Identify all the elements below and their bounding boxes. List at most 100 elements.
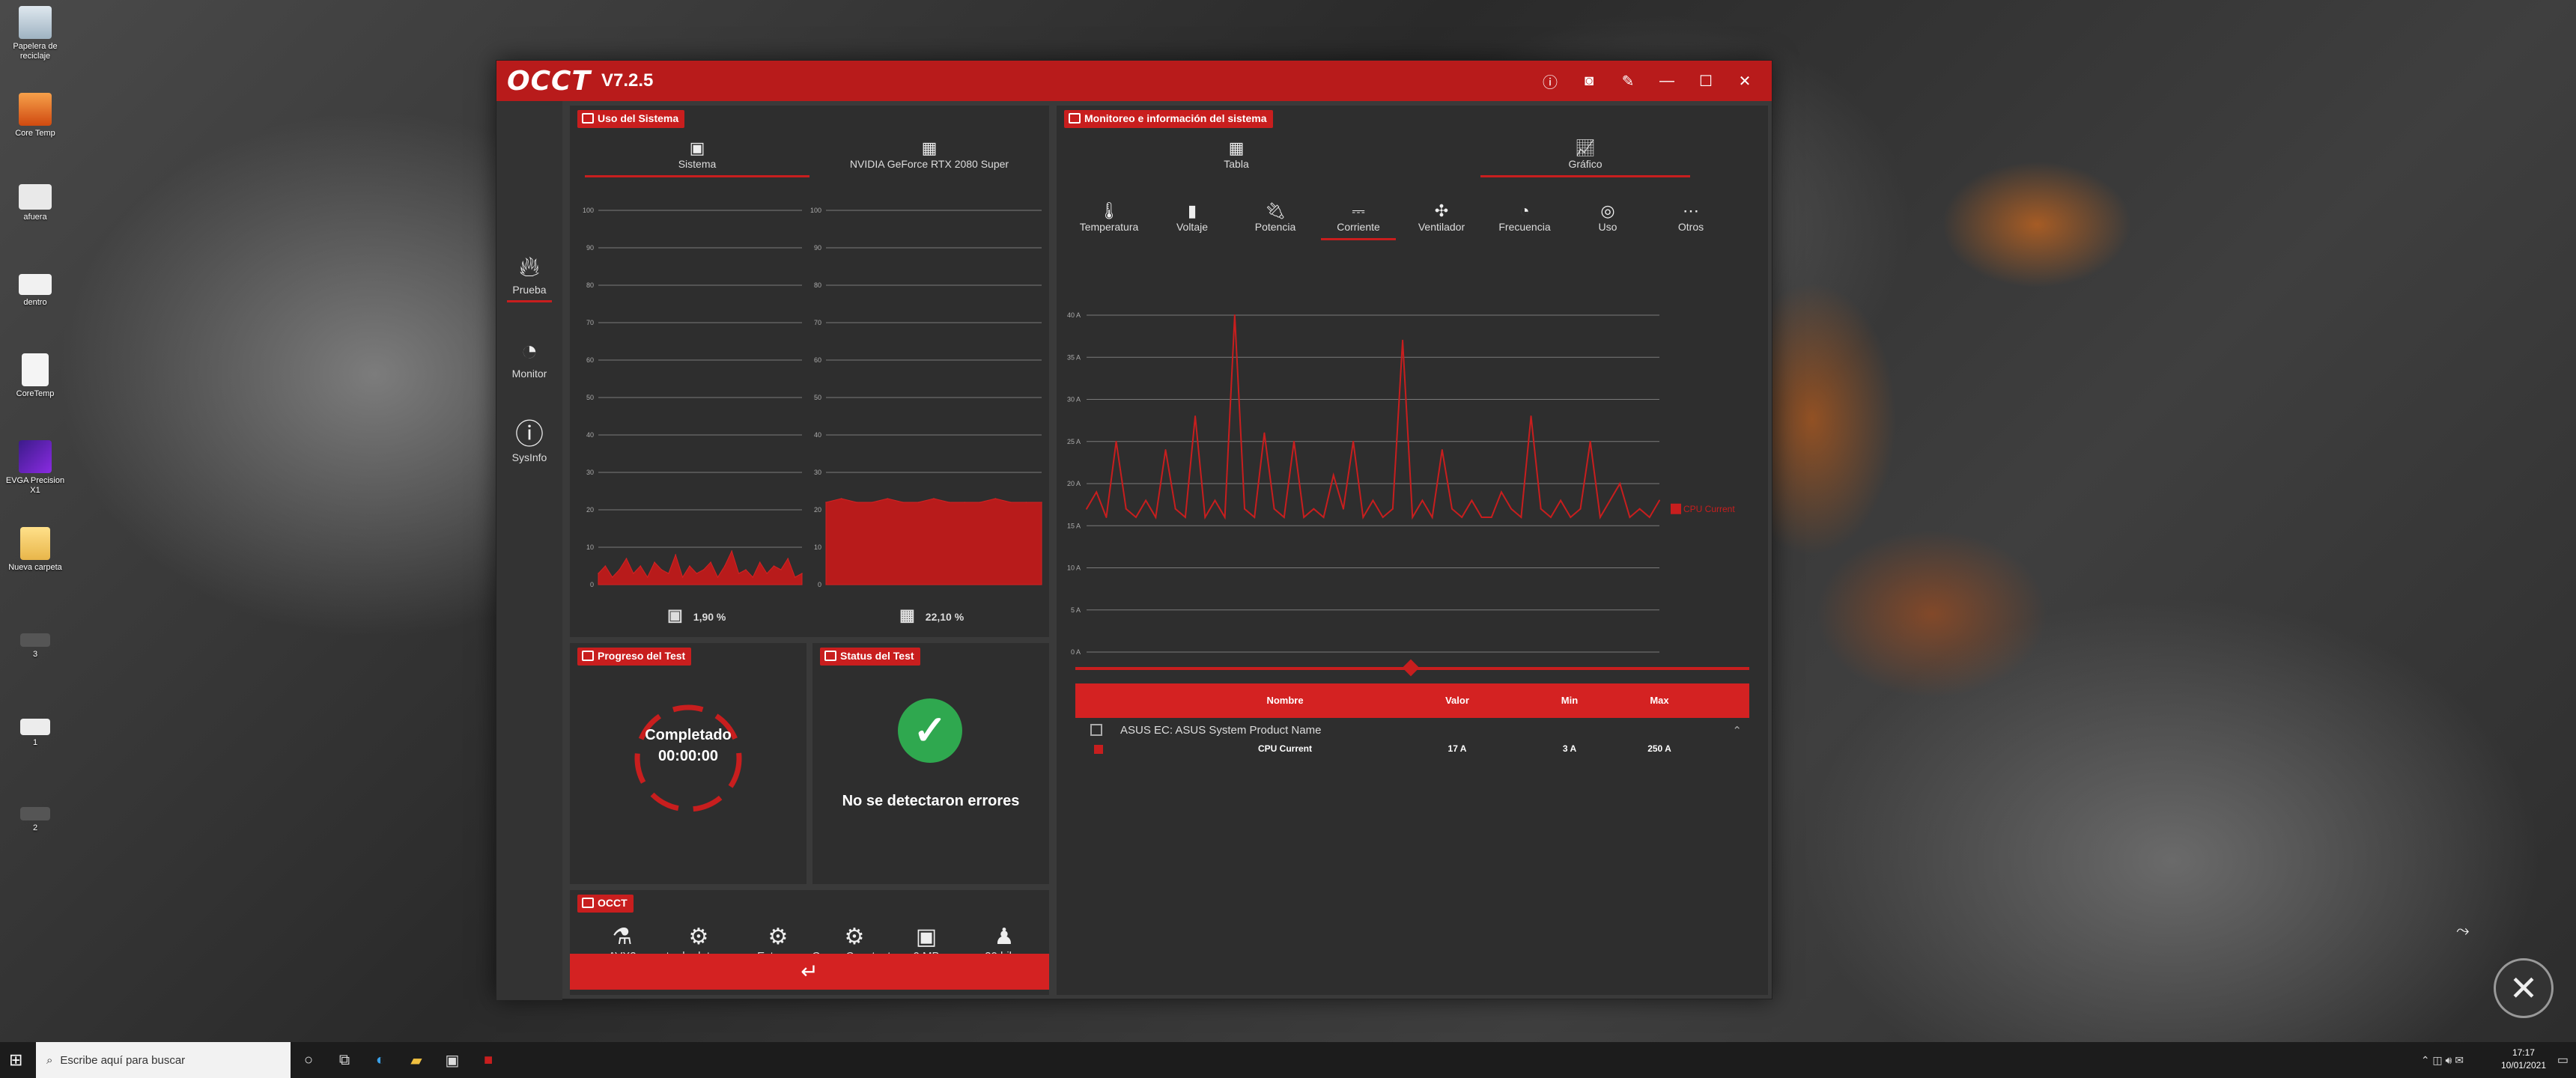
desktop-icon-evga[interactable]: EVGA Precision X1	[1, 440, 69, 496]
gears-icon: ⚙	[768, 925, 789, 949]
data-point	[1145, 499, 1147, 502]
usage-point	[654, 561, 655, 563]
status-panel: Status del Test ✓ No se detectaron error…	[812, 643, 1049, 884]
data-point	[1105, 517, 1108, 518]
usage-point	[681, 576, 684, 578]
y-tick-label: 60	[814, 356, 821, 364]
sidebar: 🔥︎ Prueba ◔ Monitor ⓘ SysInfo	[496, 101, 562, 1000]
tab-gpu[interactable]: ▦ NVIDIA GeForce RTX 2080 Super	[817, 138, 1042, 170]
data-point	[1599, 517, 1601, 518]
tab-underline	[1480, 175, 1690, 177]
clock[interactable]: 17:17 10/01/2021	[2501, 1047, 2546, 1072]
subtab-label: Temperatura	[1079, 221, 1139, 233]
tab-tabla[interactable]: ▦ Tabla	[1131, 138, 1341, 170]
series-line-cpu-current	[1086, 314, 1660, 520]
usage-point	[696, 573, 698, 574]
tray-widget-icon[interactable]: ⤳	[2456, 921, 2486, 943]
notifications-icon[interactable]: ▭	[2557, 1053, 2569, 1068]
col-nombre[interactable]: Nombre	[1225, 695, 1345, 706]
wrench-icon[interactable]: ✎	[1609, 72, 1647, 91]
subtab-potencia[interactable]: 🔌︎ Potencia	[1238, 201, 1313, 233]
tab-sistema[interactable]: ▣ Sistema	[585, 138, 809, 177]
cpu-icon: ▣	[689, 138, 705, 157]
usage-area	[825, 498, 1042, 585]
subtab-ventilador[interactable]: ✣ Ventilador	[1404, 201, 1479, 233]
desktop-icon-drive-2[interactable]: 2	[1, 800, 69, 833]
usage-point	[689, 565, 690, 567]
desktop-icon-afuera[interactable]: afuera	[1, 180, 69, 222]
sidebar-item-label: Monitor	[511, 368, 547, 380]
maximize-icon[interactable]: ☐	[1686, 72, 1725, 91]
start-button[interactable]: ↵	[570, 954, 1049, 990]
data-point	[1540, 508, 1542, 510]
desktop-icon-core-temp[interactable]: Core Temp	[1, 93, 69, 138]
tab-grafico[interactable]: 📈︎ Gráfico	[1480, 138, 1690, 177]
gauge-icon: ◔	[520, 335, 538, 367]
usage-point	[717, 576, 719, 578]
clock-time: 17:17	[2512, 1047, 2535, 1058]
data-point	[1164, 449, 1167, 451]
subtab-voltaje[interactable]: ▮ Voltaje	[1155, 201, 1230, 233]
windows-start-icon[interactable]: ⊞	[9, 1050, 22, 1070]
desktop-icon-drive-3[interactable]: 3	[1, 626, 69, 660]
info-icon: ⓘ	[514, 419, 544, 451]
collapse-icon[interactable]: ⌃	[1732, 724, 1742, 737]
data-point	[1352, 440, 1355, 442]
file-explorer-icon[interactable]: ▰	[398, 1051, 434, 1070]
col-valor[interactable]: Valor	[1427, 695, 1487, 706]
usage-point	[675, 554, 676, 555]
camera-icon[interactable]: ◙	[1570, 73, 1609, 90]
system-tray-icons[interactable]: ⌃ ◫ 🔊︎ ✉	[2421, 1054, 2464, 1067]
desktop-icon-recycle-bin[interactable]: Papelera de reciclaje	[1, 6, 69, 61]
minimize-icon[interactable]: —	[1647, 73, 1686, 90]
data-point	[1204, 517, 1206, 518]
gpu-usage-readout: ▦ 22,10 %	[899, 606, 964, 625]
desktop-icon-coretemp-file[interactable]: CoreTemp	[1, 353, 69, 399]
subtab-frecuencia[interactable]: ◔ Frecuencia	[1487, 201, 1562, 233]
worker-icon: ♟	[994, 925, 1015, 949]
desktop-icon-nueva-carpeta[interactable]: Nueva carpeta	[1, 527, 69, 573]
y-tick-label: 70	[586, 319, 594, 326]
data-point	[1471, 499, 1473, 502]
sidebar-item-monitor[interactable]: ◔ Monitor	[496, 335, 562, 380]
col-min[interactable]: Min	[1540, 695, 1600, 706]
subtab-otros[interactable]: ⋯ Otros	[1653, 201, 1728, 233]
edge-icon[interactable]: ◐	[362, 1052, 398, 1069]
data-point	[1096, 491, 1098, 493]
cortana-icon[interactable]: ○	[291, 1052, 326, 1069]
flame-icon: 🔥︎	[519, 252, 540, 283]
y-tick-label: 20	[814, 506, 821, 514]
info-icon[interactable]: ⓘ	[1531, 70, 1570, 92]
y-tick-label: 10 A	[1067, 564, 1081, 572]
subtab-temperatura[interactable]: 🌡︎ Temperatura	[1072, 201, 1146, 233]
task-view-icon[interactable]: ⧉	[326, 1052, 362, 1069]
subtab-corriente[interactable]: ⎓ Corriente	[1321, 201, 1396, 240]
coretemp-icon	[19, 93, 52, 126]
store-icon[interactable]: ▣	[434, 1051, 470, 1070]
y-tick-label: 5 A	[1071, 606, 1081, 614]
col-max[interactable]: Max	[1629, 695, 1689, 706]
desktop-icon-dentro[interactable]: dentro	[1, 267, 69, 308]
usage-point	[731, 550, 733, 552]
clipboard-icon	[824, 651, 836, 661]
data-point	[1155, 517, 1157, 518]
evga-overlay-icon[interactable]: ✕	[2494, 958, 2554, 1018]
sidebar-item-prueba[interactable]: 🔥︎ Prueba	[496, 251, 562, 302]
legend-swatch[interactable]	[1671, 503, 1681, 514]
table-group-row[interactable]: ASUS EC: ASUS System Product Name ⌃	[1075, 724, 1749, 740]
usage-point	[1010, 502, 1012, 503]
desktop-icon-drive-1[interactable]: 1	[1, 713, 69, 748]
folder-icon	[19, 274, 52, 295]
y-tick-label: 40	[586, 431, 594, 439]
subtab-uso[interactable]: ◎ Uso	[1570, 201, 1645, 233]
usage-point	[917, 502, 920, 503]
table-row[interactable]: CPU Current 17 A 3 A 250 A	[1075, 743, 1749, 758]
taskbar-search[interactable]: ⌕ Escribe aquí para buscar	[36, 1042, 291, 1078]
occt-taskbar-icon[interactable]: ■	[470, 1052, 506, 1069]
y-tick-label: 0	[818, 581, 821, 588]
usage-point	[825, 502, 827, 503]
y-tick-label: 20	[586, 506, 594, 514]
close-icon[interactable]: ✕	[1725, 72, 1764, 91]
sidebar-item-sysinfo[interactable]: ⓘ SysInfo	[496, 418, 562, 463]
series-checkbox[interactable]	[1094, 745, 1103, 754]
